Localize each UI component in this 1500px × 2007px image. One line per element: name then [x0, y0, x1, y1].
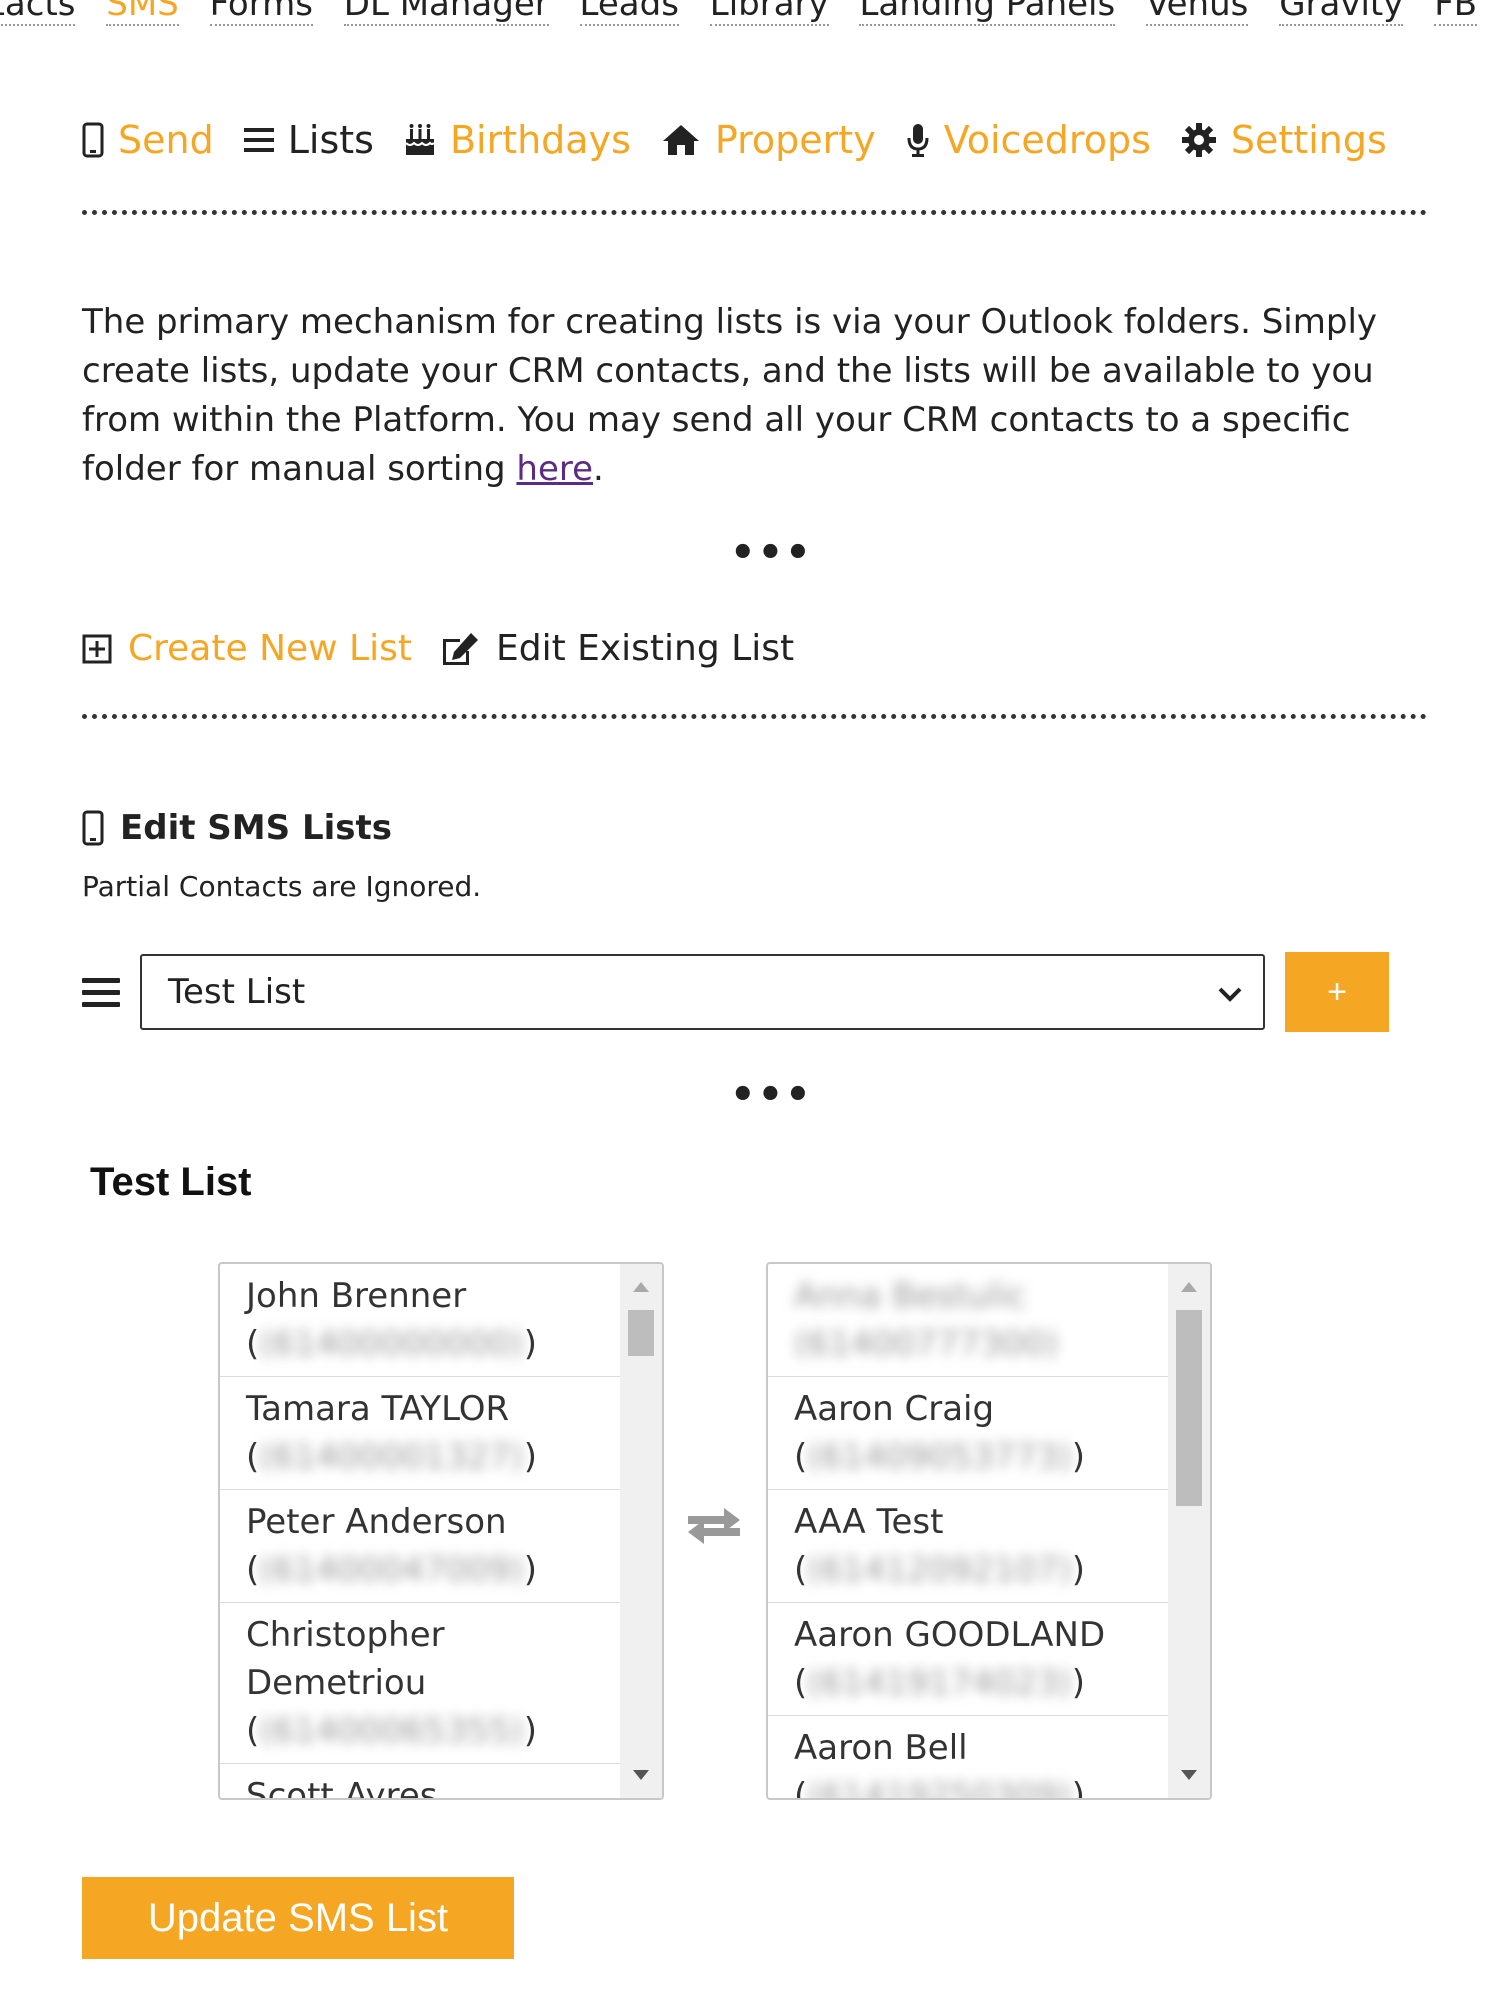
contact-phone: ((61400065355)) [246, 1711, 538, 1751]
sms-sub-nav: Send Lists Birthdays Property Voicedrops… [82, 118, 1417, 162]
top-nav-forms[interactable]: Forms [209, 0, 313, 26]
list-item[interactable]: Peter Anderson ((61400047009)) [220, 1490, 620, 1603]
section-title: Edit SMS Lists [82, 808, 392, 848]
sub-nav-settings-label: Settings [1230, 118, 1387, 162]
contact-name: Anna Bestulic [794, 1276, 1027, 1316]
sub-nav-send[interactable]: Send [82, 118, 214, 162]
scroll-down-arrow[interactable] [633, 1770, 649, 1780]
sub-nav-birthdays[interactable]: Birthdays [404, 118, 631, 162]
update-sms-list-button[interactable]: Update SMS List [82, 1877, 514, 1959]
scrollbar-thumb[interactable] [628, 1310, 654, 1356]
list-selector-row: Test List + [82, 952, 1389, 1032]
list-heading: Test List [90, 1160, 252, 1204]
scrollbar[interactable] [620, 1264, 662, 1798]
create-new-list-label: Create New List [128, 628, 412, 669]
transfer-arrows-icon[interactable] [684, 1502, 744, 1546]
top-nav: ntacts SMS Forms DL Manager Leads Librar… [0, 0, 1500, 26]
top-nav-sms[interactable]: SMS [106, 0, 179, 26]
plus-square-icon [82, 634, 112, 664]
contact-phone: ((61419250309)) [794, 1776, 1086, 1800]
mobile-phone-icon [82, 122, 104, 158]
edit-existing-list-link[interactable]: Edit Existing List [440, 628, 794, 669]
contact-name: John Brenner [246, 1276, 467, 1316]
sub-nav-lists[interactable]: Lists [243, 118, 374, 162]
sub-nav-lists-label: Lists [287, 118, 374, 162]
scrollbar[interactable] [1168, 1264, 1210, 1798]
scroll-down-arrow[interactable] [1181, 1770, 1197, 1780]
contact-name: Scott Ayres [246, 1776, 438, 1800]
sub-nav-property[interactable]: Property [661, 118, 876, 162]
section-title-label: Edit SMS Lists [120, 808, 392, 848]
scroll-up-arrow[interactable] [1181, 1282, 1197, 1292]
list-item[interactable]: Tamara TAYLOR ((61400001327)) [220, 1377, 620, 1490]
sub-nav-property-label: Property [714, 118, 876, 162]
edit-existing-list-label: Edit Existing List [495, 628, 795, 669]
contact-phone: ((61400001327)) [246, 1437, 538, 1477]
intro-text: The primary mechanism for creating lists… [82, 302, 1378, 489]
microphone-icon [906, 122, 930, 158]
contact-phone: (61400777300) [794, 1324, 1059, 1364]
gear-icon [1181, 122, 1217, 158]
list-item[interactable]: John Brenner ((61400000000)) [220, 1264, 620, 1377]
contact-phone: ((61400000000)) [246, 1324, 538, 1364]
chevron-down-icon [1217, 972, 1243, 1012]
selected-contacts-listbox[interactable]: Anna Bestulic (61400777300) Aaron Craig … [766, 1262, 1212, 1800]
available-contacts-listbox[interactable]: John Brenner ((61400000000)) Tamara TAYL… [218, 1262, 664, 1800]
top-nav-venus[interactable]: Venus [1146, 0, 1249, 26]
top-nav-gravity[interactable]: Gravity [1279, 0, 1404, 26]
sub-nav-birthdays-label: Birthdays [449, 118, 631, 162]
list-select[interactable]: Test List [140, 954, 1265, 1030]
sub-nav-settings[interactable]: Settings [1181, 118, 1387, 162]
top-nav-leads[interactable]: Leads [579, 0, 679, 26]
dotted-divider [82, 210, 1427, 215]
contact-name: AAA Test [794, 1502, 944, 1542]
top-nav-dl-manager[interactable]: DL Manager [343, 0, 549, 26]
dotted-divider [82, 714, 1427, 719]
list-item[interactable]: Scott Ayres [220, 1764, 620, 1800]
top-nav-landing-panels[interactable]: Landing Panels [859, 0, 1116, 26]
list-actions-nav: Create New List Edit Existing List [82, 628, 822, 669]
list-select-value: Test List [168, 972, 306, 1012]
add-list-button[interactable]: + [1285, 952, 1389, 1032]
ellipsis-divider: ••• [730, 1072, 813, 1118]
contact-phone: ((61419174023)) [794, 1663, 1086, 1703]
list-item[interactable]: Christopher Demetriou ((61400065355)) [220, 1603, 620, 1764]
list-item[interactable]: Aaron GOODLAND ((61419174023)) [768, 1603, 1168, 1716]
contact-name: Christopher Demetriou [246, 1615, 445, 1703]
mobile-phone-icon [82, 810, 104, 846]
sub-nav-voicedrops-label: Voicedrops [943, 118, 1151, 162]
home-icon [661, 123, 701, 157]
contact-phone: ((61409053773)) [794, 1437, 1086, 1477]
top-nav-library[interactable]: Library [709, 0, 829, 26]
list-item[interactable]: Anna Bestulic (61400777300) [768, 1264, 1168, 1377]
create-new-list-link[interactable]: Create New List [82, 628, 412, 669]
edit-icon [440, 631, 480, 667]
contact-phone: ((61412092107)) [794, 1550, 1086, 1590]
intro-end: . [593, 449, 604, 489]
list-item[interactable]: AAA Test ((61412092107)) [768, 1490, 1168, 1603]
here-link[interactable]: here [516, 449, 593, 489]
birthday-cake-icon [404, 123, 436, 157]
contact-name: Tamara TAYLOR [246, 1389, 510, 1429]
sub-nav-send-label: Send [118, 118, 214, 162]
intro-paragraph: The primary mechanism for creating lists… [82, 298, 1427, 494]
list-item[interactable]: Aaron Craig ((61409053773)) [768, 1377, 1168, 1490]
scrollbar-thumb[interactable] [1176, 1310, 1202, 1506]
contact-phone: ((61400047009)) [246, 1550, 538, 1590]
contact-name: Aaron Bell [794, 1728, 968, 1768]
sub-nav-voicedrops[interactable]: Voicedrops [906, 118, 1151, 162]
ellipsis-divider: ••• [730, 530, 813, 576]
top-nav-fb[interactable]: FB [1434, 0, 1478, 26]
scroll-up-arrow[interactable] [633, 1282, 649, 1292]
contact-name: Peter Anderson [246, 1502, 507, 1542]
list-item[interactable]: Aaron Bell ((61419250309)) [768, 1716, 1168, 1800]
contact-name: Aaron Craig [794, 1389, 995, 1429]
contact-name: Aaron GOODLAND [794, 1615, 1106, 1655]
top-nav-contacts[interactable]: ntacts [0, 0, 76, 26]
hamburger-icon [82, 971, 120, 1014]
list-icon [243, 126, 274, 154]
section-note: Partial Contacts are Ignored. [82, 870, 482, 903]
